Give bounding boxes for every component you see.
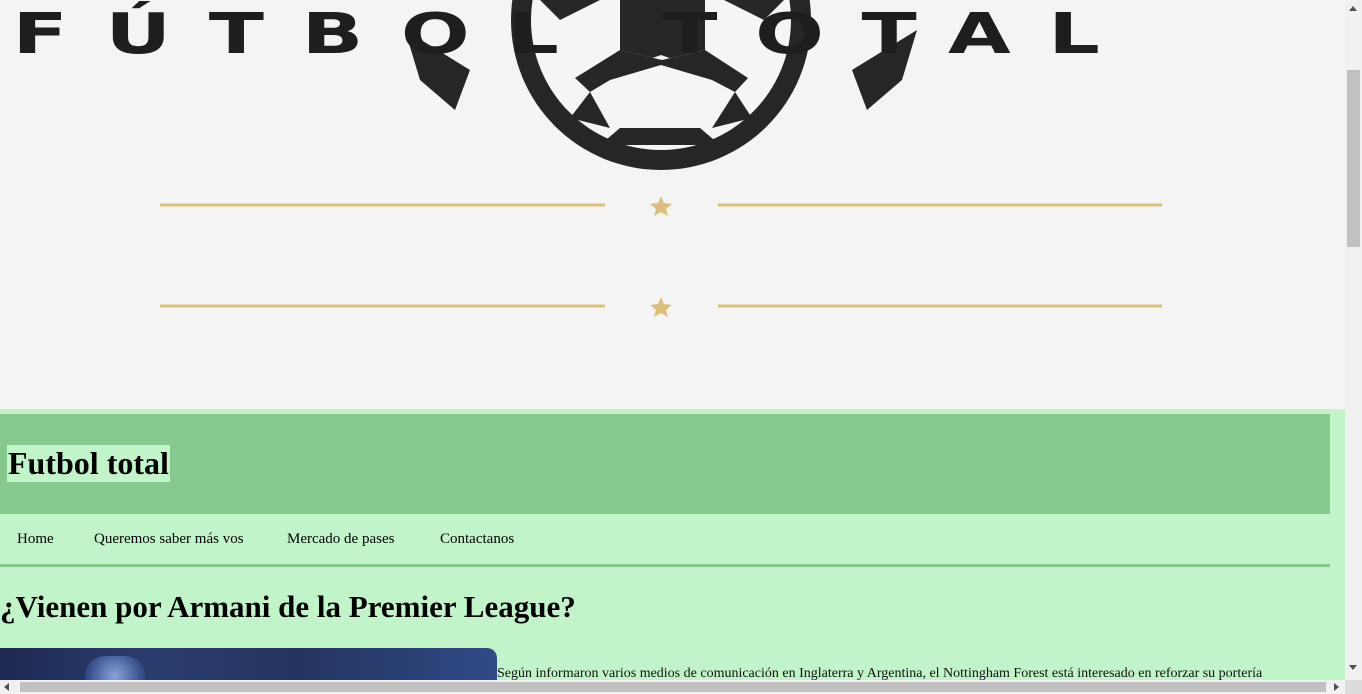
article-text: Según informaron varios medios de comuni… <box>497 666 1263 680</box>
nav-item-contactanos[interactable]: Contactanos <box>440 531 514 548</box>
page: FÚTBOL TOTAL Futbol total Home Queremos … <box>0 0 1345 680</box>
horizontal-scroll-thumb[interactable] <box>20 682 1326 692</box>
article-image-highlight <box>85 656 145 680</box>
scrollbar-corner <box>1345 680 1362 694</box>
vertical-scrollbar[interactable] <box>1345 0 1362 680</box>
article-image <box>0 648 497 680</box>
site-header: Futbol total <box>0 414 1330 514</box>
site-title: Futbol total <box>7 445 170 482</box>
hero-banner: FÚTBOL TOTAL <box>0 0 1345 409</box>
scroll-right-icon[interactable] <box>1334 683 1339 691</box>
nav-item-mercado-de-pases[interactable]: Mercado de pases <box>287 531 394 548</box>
scroll-left-icon[interactable] <box>4 683 9 691</box>
main-nav: Home Queremos saber más vos Mercado de p… <box>0 514 1330 567</box>
star-icon <box>650 297 672 317</box>
horizontal-scrollbar[interactable] <box>0 680 1345 694</box>
article-title: ¿Vienen por Armani de la Premier League? <box>0 589 576 624</box>
svg-text:FÚTBOL TOTAL: FÚTBOL TOTAL <box>13 2 1138 67</box>
scroll-down-icon[interactable] <box>1349 665 1357 670</box>
logo-text: FÚTBOL TOTAL <box>13 2 1138 67</box>
nav-item-queremos-saber[interactable]: Queremos saber más vos <box>94 531 244 548</box>
nav-item-home[interactable]: Home <box>17 531 54 548</box>
scroll-up-icon[interactable] <box>1349 6 1357 11</box>
vertical-scroll-thumb[interactable] <box>1347 70 1360 247</box>
star-icon <box>650 196 672 216</box>
